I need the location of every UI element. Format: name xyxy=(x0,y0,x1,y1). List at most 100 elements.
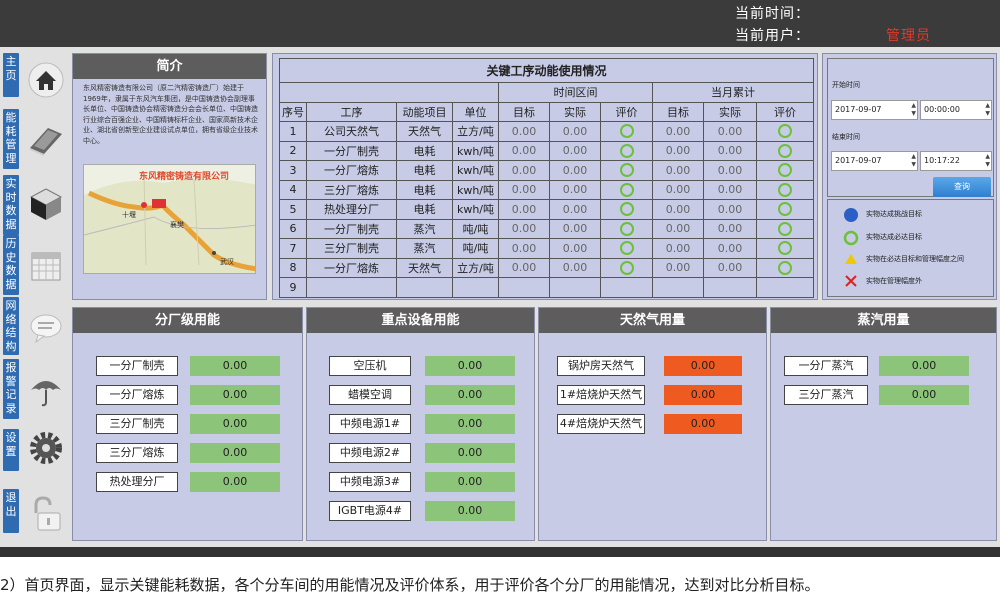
meter-label[interactable]: 一分厂熔炼 xyxy=(96,385,178,405)
key-process-table: 关键工序动能使用情况 时间区间 当月累计 序号 工序 动能项目 单位 目标 实际… xyxy=(278,58,815,298)
equipment-energy-panel: 重点设备用能 空压机 0.00 蜡模空调 0.00 中频电源1# 0.00 中频电源2# 0.… xyxy=(306,307,535,541)
meter-label[interactable]: 4#焙烧炉天然气 xyxy=(557,414,645,434)
key-table-body: 1 公司天然气 天然气 立方/吨 0.00 0.00 0.00 0.00 2 一分厂制壳 电耗 kwh… xyxy=(279,121,815,298)
eval-cell xyxy=(600,257,653,278)
unlock-icon[interactable] xyxy=(25,493,67,535)
table-cell-a2: 0.00 xyxy=(703,121,757,142)
table-cell-t2 xyxy=(652,277,704,298)
meter-label[interactable]: 中频电源2# xyxy=(329,443,411,463)
meter-label[interactable]: 三分厂制壳 xyxy=(96,414,178,434)
chat-bubble-icon[interactable] xyxy=(25,307,67,349)
green-ring-icon xyxy=(778,221,793,236)
meter-label[interactable]: 三分厂熔炼 xyxy=(96,443,178,463)
green-ring-icon xyxy=(619,182,634,197)
end-date-input[interactable]: 2017-09-07 ▲ ▼ xyxy=(831,151,918,171)
table-cell-unit xyxy=(452,277,499,298)
meter-label[interactable]: 一分厂制壳 xyxy=(96,356,178,376)
col-header-month-actual: 实际 xyxy=(703,101,757,122)
sidebar-item-network-structure[interactable]: 网络结构 xyxy=(3,297,19,355)
map-label-shiyan: 十堰 xyxy=(122,211,136,219)
gas-usage-title: 天然气用量 xyxy=(539,308,766,333)
table-cell-t2: 0.00 xyxy=(652,218,704,239)
meter-label[interactable]: 一分厂蒸汽 xyxy=(784,356,868,376)
steam-usage-row: 三分厂蒸汽 0.00 xyxy=(771,385,996,405)
sidebar-item-history-data[interactable]: 历史数据 xyxy=(3,235,19,295)
table-cell-no: 8 xyxy=(279,257,307,278)
umbrella-icon[interactable] xyxy=(25,369,67,411)
home-icon[interactable] xyxy=(25,59,67,101)
meter-value: 0.00 xyxy=(190,356,280,376)
green-ring-icon xyxy=(619,143,634,158)
book-icon[interactable] xyxy=(25,119,67,161)
legend-item-outside: 实物在管理幅度外 xyxy=(828,271,995,291)
green-ring-icon xyxy=(619,260,634,275)
table-row: 8 一分厂熔炼 天然气 立方/吨 0.00 0.00 0.00 0.00 xyxy=(279,257,815,278)
sidebar-item-logout[interactable]: 退出 xyxy=(3,489,19,533)
cube-icon[interactable] xyxy=(25,183,67,225)
gear-icon[interactable] xyxy=(25,427,67,469)
end-time-spinner-icon[interactable]: ▲ ▼ xyxy=(985,153,990,169)
start-time-spinner-icon[interactable]: ▲ ▼ xyxy=(985,102,990,118)
meter-label[interactable]: IGBT电源4# xyxy=(329,501,411,521)
legend-item-must-reach: 实物达成必达目标 xyxy=(828,227,995,247)
table-cell-t1: 0.00 xyxy=(498,238,550,259)
legend-text-must-reach: 实物达成必达目标 xyxy=(866,233,922,241)
table-cell-unit: 立方/吨 xyxy=(452,257,499,278)
sidebar-item-settings[interactable]: 设置 xyxy=(3,429,19,471)
eval-cell xyxy=(755,140,815,161)
meter-label[interactable]: 蜡模空调 xyxy=(329,385,411,405)
meter-label[interactable]: 中频电源3# xyxy=(329,472,411,492)
calendar-icon[interactable] xyxy=(25,245,67,287)
key-process-panel: 关键工序动能使用情况 时间区间 当月累计 序号 工序 动能项目 单位 目标 实际… xyxy=(272,53,818,300)
meter-value: 0.00 xyxy=(425,385,515,405)
table-cell-a2: 0.00 xyxy=(703,218,757,239)
meter-label[interactable]: 空压机 xyxy=(329,356,411,376)
table-cell-a2: 0.00 xyxy=(703,140,757,161)
key-table-header-blank xyxy=(279,82,499,103)
table-cell-unit: 吨/吨 xyxy=(452,218,499,239)
meter-label[interactable]: 热处理分厂 xyxy=(96,472,178,492)
current-user-role: 管理员 xyxy=(886,28,931,44)
table-cell-a1: 0.00 xyxy=(549,140,601,161)
key-table-header-row: 序号 工序 动能项目 单位 目标 实际 评价 目标 实际 评价 xyxy=(279,101,815,122)
sidebar-item-alarm-records[interactable]: 报警记录 xyxy=(3,359,19,419)
end-date-spinner-icon[interactable]: ▲ ▼ xyxy=(911,153,916,169)
start-date-input[interactable]: 2017-09-07 ▲ ▼ xyxy=(831,100,918,120)
query-button[interactable]: 查询 xyxy=(933,177,991,197)
table-row: 1 公司天然气 天然气 立方/吨 0.00 0.00 0.00 0.00 xyxy=(279,121,815,142)
table-cell-unit: kwh/吨 xyxy=(452,179,499,200)
table-cell-t2: 0.00 xyxy=(652,257,704,278)
end-time-input[interactable]: 10:17:22 ▲ ▼ xyxy=(920,151,992,171)
meter-label[interactable]: 1#焙烧炉天然气 xyxy=(557,385,645,405)
start-date-spinner-icon[interactable]: ▲ ▼ xyxy=(911,102,916,118)
table-cell-process: 三分厂制壳 xyxy=(306,238,397,259)
table-cell-no: 5 xyxy=(279,199,307,220)
sidebar-item-realtime-data[interactable]: 实时数据 xyxy=(3,175,19,235)
green-ring-icon xyxy=(778,182,793,197)
sidebar-item-energy-management[interactable]: 能耗管理 xyxy=(3,109,19,169)
meter-label[interactable]: 锅炉房天然气 xyxy=(557,356,645,376)
meter-value: 0.00 xyxy=(664,385,742,405)
table-row: 5 热处理分厂 电耗 kwh/吨 0.00 0.00 0.00 0.00 xyxy=(279,199,815,220)
table-row: 4 三分厂熔炼 电耗 kwh/吨 0.00 0.00 0.00 0.00 xyxy=(279,179,815,200)
meter-value: 0.00 xyxy=(190,414,280,434)
steam-usage-title: 蒸汽用量 xyxy=(771,308,996,333)
sidebar-item-home[interactable]: 主页 xyxy=(3,53,19,97)
table-cell-item: 天然气 xyxy=(396,121,453,142)
current-user-label: 当前用户： xyxy=(735,28,810,44)
col-header-eval: 评价 xyxy=(600,101,653,122)
equipment-energy-row: IGBT电源4# 0.00 xyxy=(307,501,534,521)
red-x-icon xyxy=(845,275,857,287)
col-header-month-target: 目标 xyxy=(652,101,704,122)
meter-label[interactable]: 中频电源1# xyxy=(329,414,411,434)
table-cell-unit: 吨/吨 xyxy=(452,238,499,259)
start-time-input[interactable]: 00:00:00 ▲ ▼ xyxy=(920,100,992,120)
table-cell-t1: 0.00 xyxy=(498,199,550,220)
steam-usage-panel: 蒸汽用量 一分厂蒸汽 0.00 三分厂蒸汽 0.00 xyxy=(770,307,997,541)
green-ring-icon xyxy=(843,230,859,246)
steam-usage-row: 一分厂蒸汽 0.00 xyxy=(771,356,996,376)
meter-label[interactable]: 三分厂蒸汽 xyxy=(784,385,868,405)
filter-legend-panel: 开始时间 2017-09-07 ▲ ▼ 00:00:00 ▲ ▼ 结束时间 2017-0… xyxy=(822,53,997,300)
table-cell-item: 蒸汽 xyxy=(396,238,453,259)
table-cell-no: 6 xyxy=(279,218,307,239)
